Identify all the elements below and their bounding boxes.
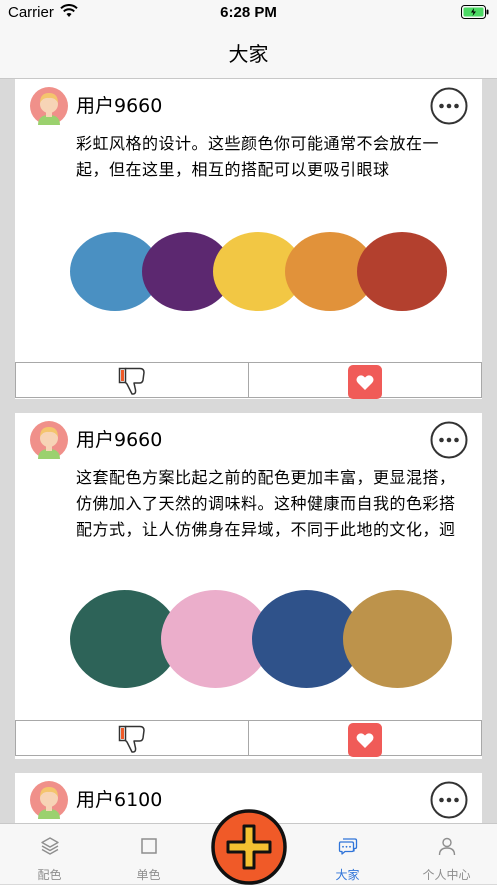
tab-single-color[interactable]: 单色 — [99, 824, 198, 884]
thumbs-down-icon — [118, 725, 145, 753]
chat-icon — [338, 838, 357, 855]
page-title: 大家 — [228, 42, 269, 66]
more-options-button[interactable] — [430, 421, 468, 459]
thumbs-down-icon — [118, 367, 145, 395]
tab-label: 配色 — [37, 868, 62, 882]
color-swatch[interactable] — [343, 590, 452, 688]
more-options-button[interactable] — [430, 87, 468, 125]
like-button[interactable] — [248, 721, 481, 757]
username[interactable]: 用户6100 — [76, 785, 162, 812]
post-description: 这套配色方案比起之前的配色更加丰富，更显混搭，仿佛加入了天然的调味料。这种健康而… — [76, 468, 456, 539]
add-button[interactable] — [211, 809, 287, 885]
post-card: 用户9660 彩虹风格的设计。这些颜色你可能通常不会放在一起，但在这里，相互的搭… — [15, 79, 482, 399]
color-swatch[interactable] — [357, 232, 447, 311]
tab-label: 单色 — [136, 868, 161, 882]
status-time: 6:28 PM — [220, 4, 277, 21]
dislike-button[interactable] — [16, 363, 248, 397]
tab-label: 个人中心 — [422, 868, 471, 882]
tab-everyone[interactable]: 大家 — [298, 824, 397, 884]
post-description: 彩虹风格的设计。这些颜色你可能通常不会放在一起，但在这里，相互的搭配可以更吸引眼… — [76, 134, 440, 179]
dislike-button[interactable] — [16, 721, 248, 755]
avatar — [30, 87, 68, 125]
post-actions — [15, 720, 482, 757]
layers-icon — [40, 837, 59, 855]
battery-icon — [461, 5, 489, 19]
person-icon — [438, 837, 455, 856]
status-bar: Carrier 6:28 PM — [0, 0, 497, 26]
tab-palette[interactable]: 配色 — [0, 824, 99, 884]
more-options-button[interactable] — [430, 781, 468, 819]
post-feed[interactable]: 用户9660 彩虹风格的设计。这些颜色你可能通常不会放在一起，但在这里，相互的搭… — [0, 79, 497, 823]
post-actions — [15, 362, 482, 399]
heart-icon — [348, 365, 382, 399]
heart-icon — [348, 723, 382, 757]
tab-profile[interactable]: 个人中心 — [397, 824, 496, 884]
square-icon — [140, 838, 157, 854]
username[interactable]: 用户9660 — [76, 91, 162, 118]
like-button[interactable] — [248, 363, 481, 399]
username[interactable]: 用户9660 — [76, 425, 162, 452]
post-card: 用户9660 这套配色方案比起之前的配色更加丰富，更显混搭，仿佛加入了天然的调味… — [15, 413, 482, 759]
navigation-bar: 大家 — [0, 26, 497, 79]
tab-label: 大家 — [335, 868, 360, 882]
avatar — [30, 421, 68, 459]
avatar — [30, 781, 68, 819]
